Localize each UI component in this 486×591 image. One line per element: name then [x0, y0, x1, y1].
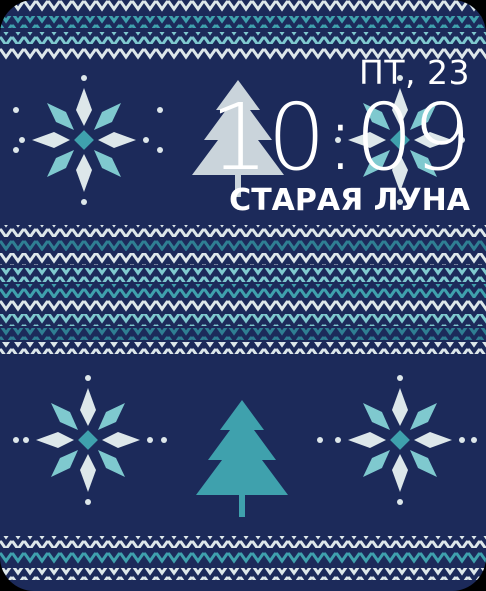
- time-display: 10:09: [209, 84, 471, 191]
- moon-phase-label: СТАРАЯ ЛУНА: [229, 183, 470, 218]
- watch-readout: ПТ, 23 10:09 СТАРАЯ ЛУНА: [209, 54, 471, 218]
- watch-face-screen: ПТ, 23 10:09 СТАРАЯ ЛУНА: [0, 0, 486, 591]
